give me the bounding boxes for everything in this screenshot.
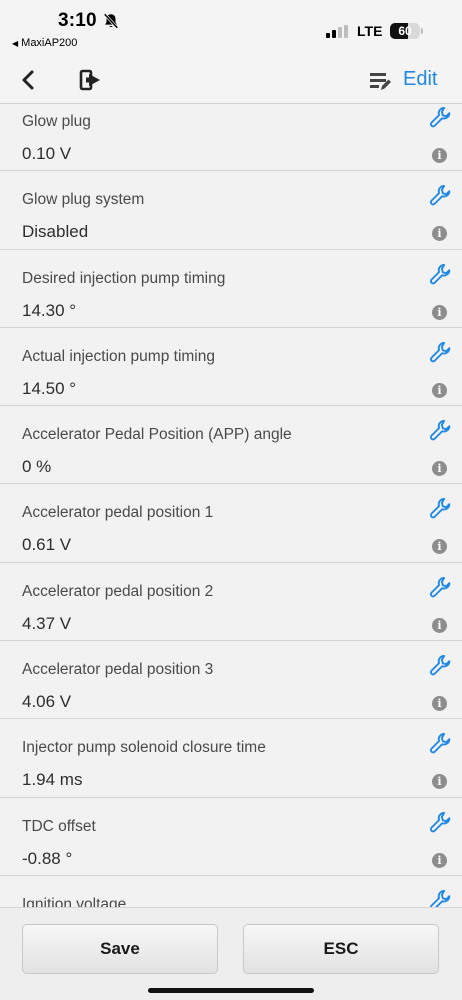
data-rows: Glow plug 0.10 V i Glow plug system Disabled… [0, 105, 462, 907]
item-label: Accelerator pedal position 2 [22, 582, 214, 600]
list-item[interactable]: Ignition voltagei [0, 876, 462, 907]
wrench-icon[interactable] [428, 731, 453, 756]
battery-tip [421, 28, 423, 34]
item-value: -0.88 ° [22, 848, 73, 868]
info-icon[interactable]: i [432, 461, 447, 477]
list-item[interactable]: Accelerator pedal position 1 0.61 V i [0, 484, 462, 563]
back-to-app-link[interactable]: ◀ MaxiAP200 [12, 37, 77, 49]
item-value: 1.94 ms [22, 770, 83, 790]
list-edit-icon[interactable] [368, 70, 392, 92]
item-label: Accelerator pedal position 1 [22, 504, 214, 522]
list-item[interactable]: TDC offset -0.88 ° i [0, 798, 462, 876]
data-stream-list[interactable]: Glow plug 0.10 V i Glow plug system Disabled… [0, 105, 462, 907]
wrench-icon[interactable] [428, 262, 453, 287]
back-triangle-icon: ◀ [12, 38, 19, 48]
item-value: Disabled [22, 222, 89, 242]
list-item[interactable]: Accelerator Pedal Position (APP) angle 0 … [0, 406, 462, 485]
item-value: 14.30 ° [22, 300, 77, 320]
info-icon[interactable]: i [432, 304, 447, 320]
back-chevron-icon[interactable] [17, 67, 39, 93]
item-label: Accelerator Pedal Position (APP) angle [22, 426, 292, 444]
wrench-icon[interactable] [428, 810, 453, 835]
wrench-icon[interactable] [428, 888, 453, 907]
item-label: Glow plug system [22, 191, 145, 209]
item-label: Injector pump solenoid closure time [22, 739, 266, 757]
info-icon[interactable]: i [432, 774, 447, 790]
info-icon[interactable]: i [432, 696, 447, 712]
network-type: LTE [357, 23, 383, 39]
wrench-icon[interactable] [428, 340, 453, 365]
item-label: TDC offset [22, 817, 96, 835]
list-item[interactable]: Glow plug system Disabled i [0, 171, 462, 250]
home-indicator[interactable] [148, 988, 314, 993]
item-value: 4.37 V [22, 613, 72, 633]
status-bar: 3:10 ◀ MaxiAP200 LTE 60 [0, 0, 462, 56]
item-label: Desired injection pump timing [22, 269, 226, 287]
bell-muted-icon [103, 13, 119, 29]
exit-icon[interactable] [78, 68, 102, 92]
wrench-icon[interactable] [428, 575, 453, 600]
list-item[interactable]: Glow plug 0.10 V i [0, 105, 462, 172]
info-icon[interactable]: i [432, 382, 447, 398]
item-label: Ignition voltage [22, 895, 127, 907]
item-value: 0.61 V [22, 535, 72, 555]
status-time: 3:10 [58, 10, 97, 31]
info-icon[interactable]: i [432, 852, 447, 868]
bottom-toolbar: Save ESC [0, 907, 462, 1000]
battery-icon: 60 [390, 23, 420, 39]
info-icon[interactable]: i [432, 539, 447, 555]
wrench-icon[interactable] [428, 496, 453, 521]
back-app-label: MaxiAP200 [21, 37, 78, 49]
info-icon[interactable]: i [432, 148, 447, 163]
item-label: Accelerator pedal position 3 [22, 661, 214, 679]
list-item[interactable]: Desired injection pump timing 14.30 ° i [0, 250, 462, 328]
item-label: Glow plug [22, 113, 91, 130]
list-item[interactable]: Actual injection pump timing 14.50 ° i [0, 328, 462, 407]
list-item[interactable]: Accelerator pedal position 3 4.06 V i [0, 641, 462, 720]
item-value: 0 % [22, 457, 52, 477]
nav-bar: Edit [0, 56, 462, 104]
wrench-icon[interactable] [428, 105, 453, 130]
battery-percent: 60 [398, 24, 412, 38]
save-button[interactable]: Save [22, 924, 218, 974]
edit-button[interactable]: Edit [403, 68, 437, 91]
wrench-icon[interactable] [428, 183, 453, 208]
item-label: Actual injection pump timing [22, 347, 215, 365]
item-value: 0.10 V [22, 144, 72, 163]
wrench-icon[interactable] [428, 653, 453, 678]
list-item[interactable]: Accelerator pedal position 2 4.37 V i [0, 563, 462, 642]
item-value: 14.50 ° [22, 378, 77, 398]
info-icon[interactable]: i [432, 617, 447, 633]
esc-button[interactable]: ESC [243, 924, 439, 974]
info-icon[interactable]: i [432, 226, 447, 242]
wrench-icon[interactable] [428, 418, 453, 443]
cellular-signal-icon [326, 25, 348, 38]
item-value: 4.06 V [22, 692, 72, 712]
list-item[interactable]: Injector pump solenoid closure time 1.94 … [0, 719, 462, 798]
clock: 3:10 [58, 10, 120, 32]
